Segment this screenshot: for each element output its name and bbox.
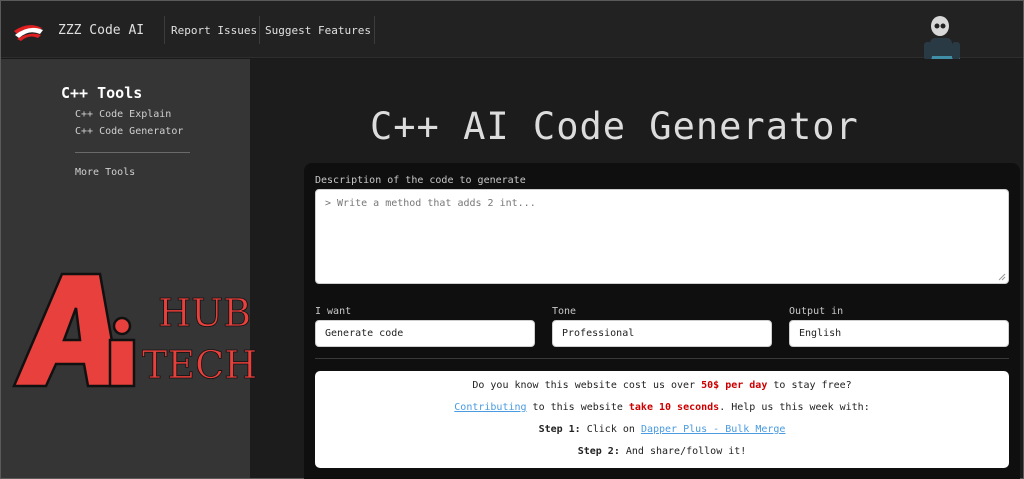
promo-text: Click on (580, 424, 641, 435)
output-select-value: English (799, 328, 842, 339)
description-placeholder: > Write a method that adds 2 int... (325, 198, 536, 209)
form-divider (315, 358, 1009, 359)
promo-text: . Help us this week with: (719, 402, 870, 413)
promo-text: to this website (526, 402, 629, 413)
promo-step-label: Step 1: (538, 424, 581, 435)
sidebar-title: C++ Tools (61, 84, 143, 102)
promo-text: And share/follow it! (619, 446, 747, 457)
zzz-logo-icon[interactable] (11, 18, 45, 44)
contributing-link[interactable]: Contributing (454, 402, 526, 413)
description-label: Description of the code to generate (315, 175, 526, 186)
report-issues-link[interactable]: Report Issues (171, 24, 257, 37)
promo-line-2: Contributing to this website take 10 sec… (315, 402, 1009, 413)
want-label: I want (315, 306, 352, 317)
brand-name[interactable]: ZZZ Code AI (58, 23, 144, 38)
suggest-features-link[interactable]: Suggest Features (265, 24, 371, 37)
svg-text:TECH: TECH (142, 343, 257, 387)
nav-separator (164, 16, 165, 44)
dapper-plus-link[interactable]: Dapper Plus - Bulk Merge (641, 424, 786, 435)
output-select[interactable]: English (789, 320, 1009, 347)
sidebar-item-more-tools[interactable]: More Tools (75, 167, 135, 178)
top-navbar: ZZZ Code AI Report Issues Suggest Featur… (1, 1, 1023, 58)
svg-text:HUB: HUB (158, 291, 251, 335)
ai-hub-tech-watermark-logo: HUB TECH (12, 272, 258, 387)
sidebar-item-code-explain[interactable]: C++ Code Explain (75, 109, 171, 120)
sidebar-divider (75, 152, 190, 153)
promo-step-label: Step 2: (577, 446, 620, 457)
resize-handle-icon[interactable] (998, 273, 1006, 281)
promo-text: to stay free? (767, 380, 852, 391)
tone-select[interactable]: Professional (552, 320, 772, 347)
sidebar-item-code-generator[interactable]: C++ Code Generator (75, 126, 183, 137)
promo-text: Do you know this website cost us over (472, 380, 702, 391)
promo-time-highlight: take 10 seconds (628, 402, 720, 413)
promo-cost-highlight: 50$ per day (701, 380, 768, 391)
tone-label: Tone (552, 306, 577, 317)
promo-line-1: Do you know this website cost us over 50… (315, 380, 1009, 391)
promo-line-3: Step 1: Click on Dapper Plus - Bulk Merg… (315, 424, 1009, 435)
promo-box: Do you know this website cost us over 50… (315, 371, 1009, 468)
output-label: Output in (789, 306, 844, 317)
description-textarea[interactable]: > Write a method that adds 2 int... (315, 189, 1009, 284)
page-title: C++ AI Code Generator (370, 105, 859, 148)
nav-separator (259, 16, 260, 44)
tone-select-value: Professional (562, 328, 635, 339)
nav-separator (374, 16, 375, 44)
promo-line-4: Step 2: And share/follow it! (315, 446, 1009, 457)
want-select-value: Generate code (325, 328, 404, 339)
want-select[interactable]: Generate code (315, 320, 535, 347)
